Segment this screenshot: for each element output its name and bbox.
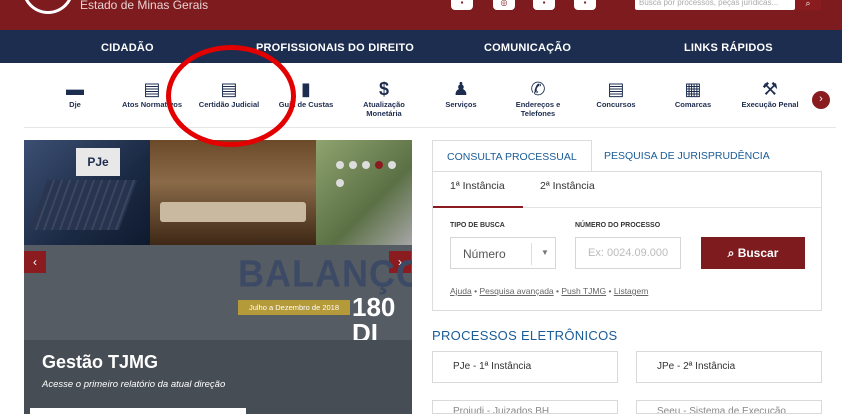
tab-pesquisa-jurisprudencia[interactable]: PESQUISA DE JURISPRUDÊNCIA [590, 140, 784, 172]
service-servicos[interactable]: ♟ Serviços [426, 78, 496, 109]
tipo-busca-select[interactable]: Número ▼ [450, 237, 556, 269]
select-divider [531, 243, 532, 265]
tab-segunda-instancia[interactable]: 2ª Instância [540, 180, 595, 192]
search-button[interactable]: ⌕ [795, 0, 821, 10]
courtroom-photo [150, 140, 316, 245]
nav-item-profissionais[interactable]: PROFISSIONAIS DO DIREITO [256, 42, 414, 54]
services-next-button[interactable]: › [812, 91, 830, 109]
chevron-left-icon: ‹ [33, 255, 37, 269]
caption-subtitle: Acesse o primeiro relatório da atual dir… [42, 379, 226, 390]
service-comarcas[interactable]: ▦ Comarcas [658, 78, 728, 109]
caption-title: Gestão TJMG [42, 352, 159, 372]
table-shape [160, 202, 306, 222]
link-ajuda[interactable]: Ajuda [450, 286, 472, 296]
nav-item-comunicacao[interactable]: COMUNICAÇÃO [484, 42, 571, 54]
processo-pje-1-instancia[interactable]: PJe - 1ª Instância [432, 351, 618, 383]
carousel-dot[interactable] [336, 161, 344, 169]
services-bar: ▬ Dje ▤ Atos Normativos ▤ Certidão Judic… [24, 72, 836, 128]
tab-consulta-processual[interactable]: CONSULTA PROCESSUAL [432, 140, 592, 172]
banner-period: Julho a Dezembro de 2018 [238, 300, 350, 315]
processos-title: PROCESSOS ELETRÔNICOS [432, 328, 618, 343]
share-icon[interactable]: ▪ [574, 0, 596, 10]
document-icon: ▤ [143, 79, 161, 99]
tjmg-logo-icon[interactable] [22, 0, 74, 14]
service-enderecos-telefones[interactable]: ✆ Endereços e Telefones [503, 78, 573, 118]
gavel-icon: ⚒ [761, 79, 779, 99]
search-icon: ⌕ [727, 246, 735, 260]
keyboard-shape [28, 180, 138, 230]
buscar-label: Buscar [737, 246, 779, 260]
chevron-right-icon: › [819, 93, 823, 105]
nav-item-links-rapidos[interactable]: LINKS RÁPIDOS [684, 42, 773, 54]
chevron-down-icon: ▼ [541, 248, 549, 257]
building-icon: ▦ [684, 79, 702, 99]
search-input[interactable]: Busca por processos, peças jurídicas... [635, 0, 795, 10]
carousel-prev-button[interactable]: ‹ [24, 251, 46, 273]
processo-projudi[interactable]: Projudi - Juizados BH [432, 400, 618, 414]
service-dje[interactable]: ▬ Dje [40, 78, 110, 109]
tipo-busca-label: TIPO DE BUSCA [450, 222, 505, 229]
list-icon: ▤ [607, 79, 625, 99]
processo-seeu[interactable]: Seeu - Sistema de Execução [636, 400, 822, 414]
processo-jpe-2-instancia[interactable]: JPe - 2ª Instância [636, 351, 822, 383]
numero-processo-label: NÚMERO DO PROCESSO [575, 222, 661, 229]
buscar-button[interactable]: ⌕ Buscar [701, 237, 805, 269]
top-header: Estado de Minas Gerais ▪ ◎ ▪ ▪ Busca por… [0, 0, 842, 30]
person-icon: ♟ [452, 79, 470, 99]
search-icon: ⌕ [805, 0, 811, 8]
consulta-panel: 1ª Instância 2ª Instância TIPO DE BUSCA … [432, 171, 822, 311]
instagram-icon[interactable]: ◎ [493, 0, 515, 10]
consulta-tabs: CONSULTA PROCESSUAL PESQUISA DE JURISPRU… [432, 140, 822, 172]
banner-title: BALANÇO [238, 251, 412, 295]
accessibility-icon[interactable]: ▪ [451, 0, 473, 10]
tab-primeira-instancia[interactable]: 1ª Instância [450, 180, 505, 192]
link-pesquisa-avancada[interactable]: Pesquisa avançada [479, 286, 553, 296]
consulta-links: Ajuda • Pesquisa avançada • Push TJMG • … [450, 286, 649, 296]
bottom-strip [30, 408, 246, 414]
state-name: Estado de Minas Gerais [80, 0, 209, 12]
carousel-dot-active[interactable] [375, 161, 383, 169]
carousel-dots [336, 156, 412, 192]
link-listagem[interactable]: Listagem [614, 286, 649, 296]
receipt-icon: ▮ [301, 79, 311, 99]
carousel-dot[interactable] [388, 161, 396, 169]
service-atualizacao-monetaria[interactable]: $ Atualização Monetária [349, 78, 419, 118]
laptop-photo: PJe [24, 140, 150, 245]
twitter-icon[interactable]: ▪ [533, 0, 555, 10]
numero-processo-input[interactable]: Ex: 0024.09.000 [575, 237, 681, 269]
news-carousel[interactable]: PJe ‹ › BALANÇO Julho a Dezembro de 2018… [24, 140, 412, 414]
red-circle-annotation [166, 45, 296, 147]
carousel-caption[interactable]: Gestão TJMG Acesse o primeiro relatório … [24, 340, 412, 414]
nav-item-cidadao[interactable]: CIDADÃO [101, 42, 154, 54]
phone-icon: ✆ [530, 79, 546, 99]
carousel-dot[interactable] [336, 179, 344, 187]
main-nav: CIDADÃO PROFISSIONAIS DO DIREITO COMUNIC… [0, 30, 842, 63]
banner-number: 180 DI [352, 292, 396, 348]
dollar-icon: $ [378, 79, 389, 99]
link-push-tjmg[interactable]: Push TJMG [561, 286, 606, 296]
book-icon: ▬ [66, 79, 84, 99]
service-concursos[interactable]: ▤ Concursos [581, 78, 651, 109]
carousel-dot[interactable] [349, 161, 357, 169]
pje-screen-text: PJe [76, 148, 120, 176]
active-tab-indicator [433, 206, 523, 208]
service-execucao-penal[interactable]: ⚒ Execução Penal [735, 78, 805, 109]
tipo-busca-value: Número [463, 247, 506, 261]
carousel-dot[interactable] [362, 161, 370, 169]
